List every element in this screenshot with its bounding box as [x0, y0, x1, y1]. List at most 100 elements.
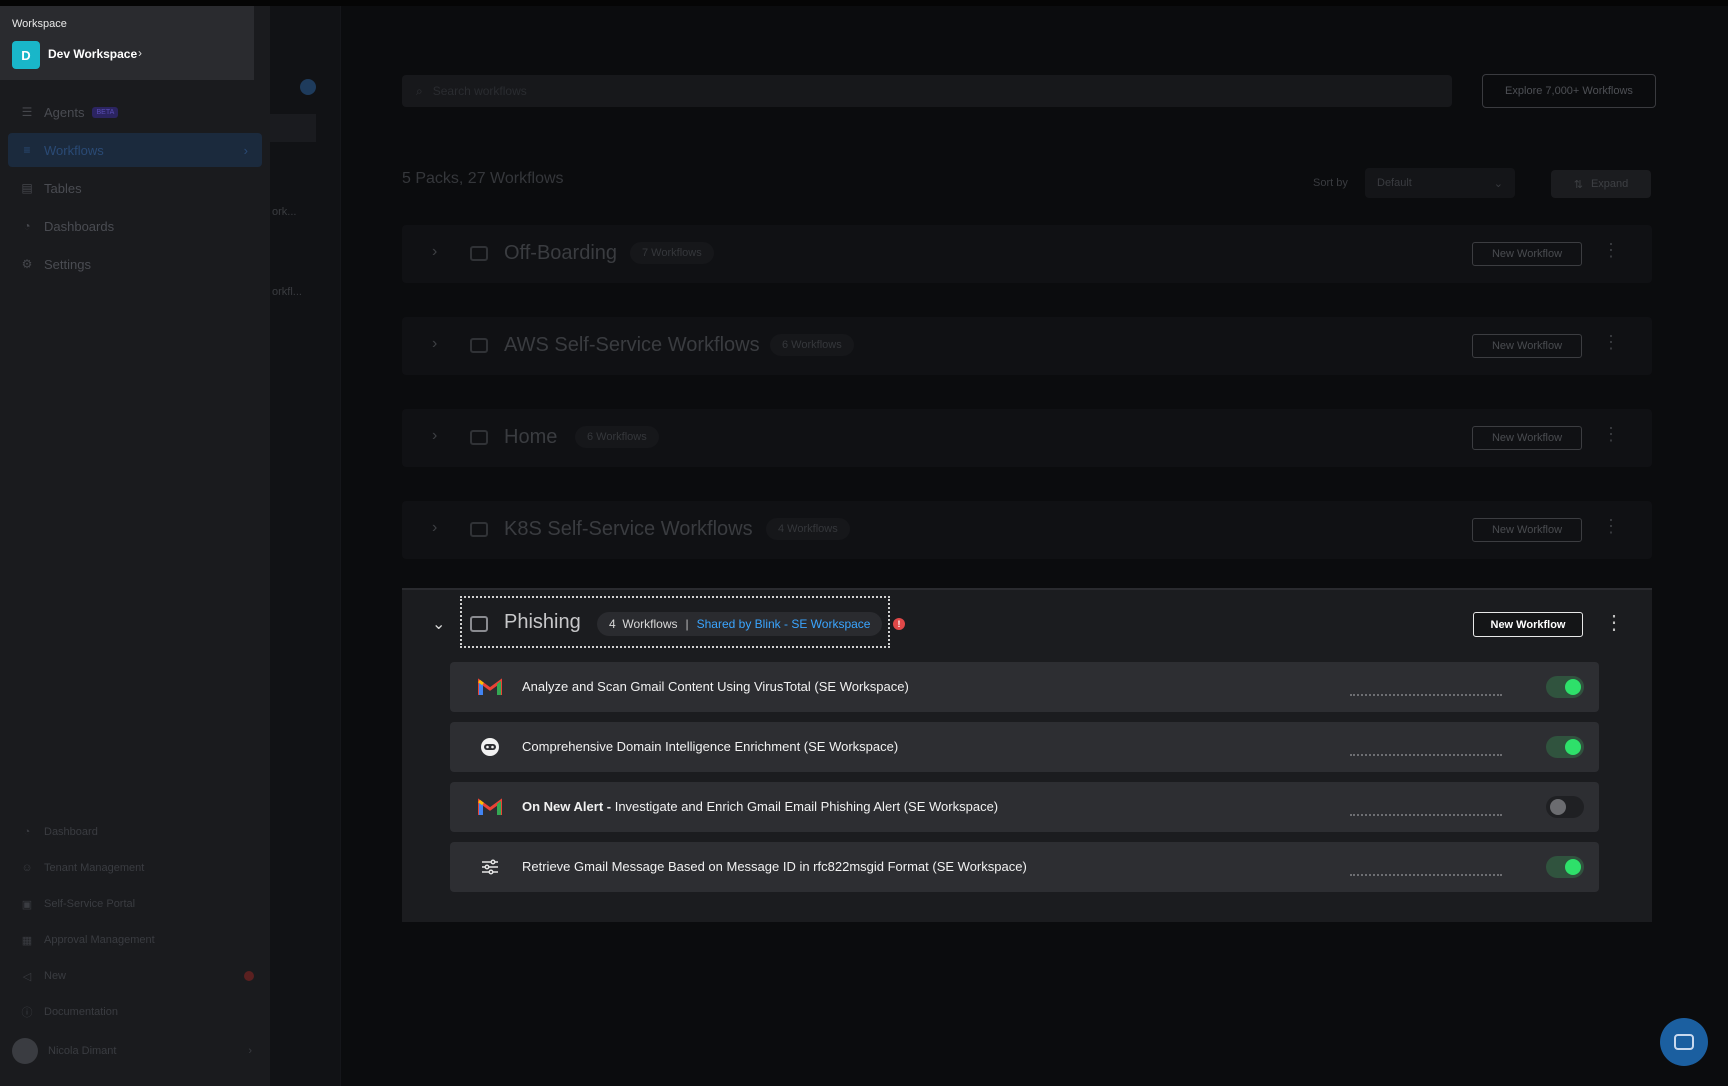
chevron-right-icon: ›: [243, 142, 248, 158]
expand-button[interactable]: ⇅ Expand: [1551, 170, 1651, 198]
pack-name: K8S Self-Service Workflows: [504, 518, 753, 540]
user-icon: ☺: [21, 862, 33, 874]
user-profile[interactable]: Nicola Dimant ›: [8, 1036, 262, 1066]
folder-icon: [470, 338, 488, 353]
notification-dot: [244, 971, 254, 981]
workflow-toggle[interactable]: [1546, 736, 1584, 758]
workflow-toggle[interactable]: [1546, 796, 1584, 818]
footer-item-dashboard[interactable]: ◔ Dashboard: [8, 818, 262, 846]
warning-icon[interactable]: !: [893, 618, 905, 630]
activity-sparkline: [1350, 874, 1502, 876]
list-item[interactable]: orkfl...: [272, 286, 302, 298]
sort-select[interactable]: Default ⌄: [1365, 168, 1515, 198]
workflow-title: On New Alert - Investigate and Enrich Gm…: [522, 799, 999, 814]
chevron-right-icon[interactable]: ›: [432, 243, 437, 261]
toggle-knob: [1565, 859, 1581, 875]
sidebar-item-tables[interactable]: ▤ Tables: [8, 171, 262, 205]
workflow-count: 4: [609, 617, 616, 631]
workspace-name[interactable]: Dev Workspace: [48, 47, 137, 61]
selected-list-item[interactable]: [270, 114, 316, 142]
pack-row[interactable]: › Off-Boarding 7 Workflows New Workflow …: [402, 225, 1652, 283]
activity-sparkline: [1350, 754, 1502, 756]
shared-by-link[interactable]: Shared by Blink - SE Workspace: [697, 617, 871, 631]
footer-item-label: Documentation: [44, 1006, 118, 1018]
footer-item-label: New: [44, 970, 67, 982]
agent-icon: ☰: [21, 105, 33, 119]
workflow-toggle[interactable]: [1546, 856, 1584, 878]
new-workflow-button[interactable]: New Workflow: [1472, 518, 1582, 542]
chevron-right-icon[interactable]: ›: [432, 427, 437, 445]
explore-workflows-button[interactable]: Explore 7,000+ Workflows: [1482, 74, 1656, 108]
footer-item-tenant-management[interactable]: ☺ Tenant Management: [8, 854, 262, 882]
workspace-label: Workspace: [12, 18, 67, 30]
user-name: Nicola Dimant: [48, 1045, 117, 1057]
footer-item-self-service-portal[interactable]: ▣ Self-Service Portal: [8, 890, 262, 918]
workflow-row[interactable]: On New Alert - Investigate and Enrich Gm…: [450, 782, 1599, 832]
workspace-switcher[interactable]: Workspace D Dev Workspace ›: [0, 6, 254, 80]
chevron-right-icon[interactable]: ›: [432, 519, 437, 537]
sidebar-item-label: Dashboards: [44, 218, 115, 234]
megaphone-icon: ◁: [22, 970, 32, 983]
footer-item-label: Self-Service Portal: [44, 898, 136, 910]
pack-name: Off-Boarding: [504, 242, 618, 264]
more-options-icon[interactable]: ⋮: [1602, 240, 1620, 261]
chevron-right-icon[interactable]: ›: [432, 335, 437, 353]
footer-item-approval-management[interactable]: ▦ Approval Management: [8, 926, 262, 954]
chevron-down-icon: ⌄: [1493, 177, 1503, 190]
pack-name: AWS Self-Service Workflows: [504, 334, 760, 356]
beta-badge: BETA: [92, 106, 119, 118]
pack-name[interactable]: Phishing: [504, 611, 581, 634]
gmail-icon: [478, 675, 502, 699]
sidebar-item-label: Agents: [44, 104, 85, 120]
folder-icon: [470, 522, 488, 537]
workflow-count-badge: 7 Workflows: [630, 242, 714, 264]
workflow-toggle[interactable]: [1546, 676, 1584, 698]
search-placeholder: Search workflows: [432, 84, 527, 98]
new-workflow-button[interactable]: New Workflow: [1472, 242, 1582, 266]
workflow-title: Retrieve Gmail Message Based on Message …: [522, 859, 1027, 874]
more-options-icon[interactable]: ⋮: [1602, 424, 1620, 445]
more-options-icon[interactable]: ⋮: [1602, 516, 1620, 537]
table-icon: ▤: [21, 181, 33, 195]
search-icon: ⌕: [416, 83, 423, 98]
pack-row[interactable]: › K8S Self-Service Workflows 4 Workflows…: [402, 501, 1652, 559]
toggle-knob: [1565, 679, 1581, 695]
workflow-row[interactable]: Analyze and Scan Gmail Content Using Vir…: [450, 662, 1599, 712]
sidebar-item-workflows[interactable]: ≡ Workflows ›: [8, 133, 262, 167]
chat-support-button[interactable]: [1660, 1018, 1708, 1066]
more-options-icon[interactable]: ⋮: [1604, 610, 1624, 635]
dashboard-icon: ◔: [23, 826, 31, 838]
folder-icon: [470, 430, 488, 445]
sidebar-item-dashboards[interactable]: ◔ Dashboards: [8, 209, 262, 243]
workflow-row[interactable]: Retrieve Gmail Message Based on Message …: [450, 842, 1599, 892]
sidebar-item-agents[interactable]: ☰ Agents BETA: [8, 95, 262, 129]
sidebar-item-settings[interactable]: ⚙ Settings: [8, 247, 262, 281]
new-workflow-button[interactable]: New Workflow: [1473, 612, 1583, 637]
workflow-count-badge: 4 Workflows: [766, 518, 850, 540]
packs-summary: 5 Packs, 27 Workflows: [402, 170, 564, 187]
pack-row[interactable]: › AWS Self-Service Workflows 6 Workflows…: [402, 317, 1652, 375]
new-workflow-button[interactable]: New Workflow: [1472, 426, 1582, 450]
workflow-row[interactable]: Comprehensive Domain Intelligence Enrich…: [450, 722, 1599, 772]
toggle-knob: [1550, 799, 1566, 815]
toggle-knob: [1565, 739, 1581, 755]
pack-info-badge: 4 Workflows | Shared by Blink - SE Works…: [597, 612, 883, 636]
footer-item-new[interactable]: ◁ New: [8, 962, 262, 990]
chevron-right-icon: ›: [138, 46, 142, 60]
dashboard-icon: ◔: [23, 219, 31, 233]
sidebar-item-label: Tables: [44, 180, 82, 196]
chevron-right-icon: ›: [248, 1045, 252, 1057]
workspace-avatar: D: [12, 41, 40, 69]
add-icon[interactable]: [300, 79, 316, 95]
new-workflow-button[interactable]: New Workflow: [1472, 334, 1582, 358]
pack-row[interactable]: › Home 6 Workflows New Workflow ⋮: [402, 409, 1652, 467]
footer-item-label: Approval Management: [44, 934, 155, 946]
chevron-down-icon[interactable]: ⌄: [432, 614, 445, 634]
workflow-count-badge: 6 Workflows: [770, 334, 854, 356]
list-item[interactable]: ork...: [272, 206, 296, 218]
workflow-count-badge: 6 Workflows: [575, 426, 659, 448]
more-options-icon[interactable]: ⋮: [1602, 332, 1620, 353]
expand-label: Expand: [1590, 178, 1629, 190]
search-input[interactable]: ⌕ Search workflows: [402, 75, 1452, 107]
footer-item-documentation[interactable]: ⓘ Documentation: [8, 998, 262, 1026]
